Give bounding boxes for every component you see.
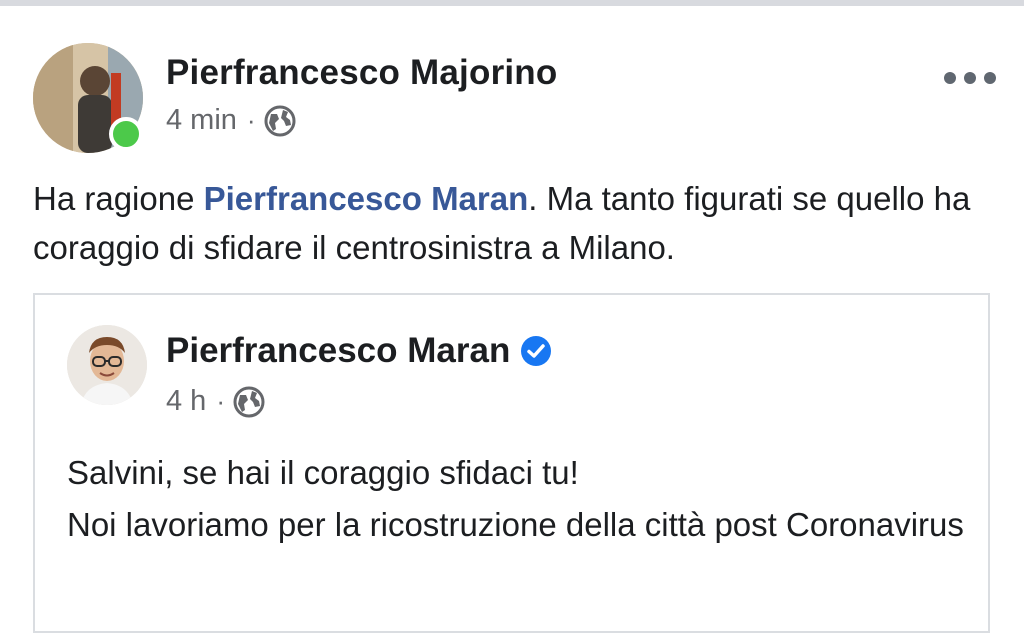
shared-post-timestamp[interactable]: 4 h [166, 385, 206, 418]
globe-icon [233, 386, 265, 418]
shared-author-avatar[interactable] [67, 325, 147, 405]
author-avatar[interactable] [33, 43, 143, 153]
shared-post-line: Salvini, se hai il coraggio sfidaci tu! [67, 454, 579, 491]
post-timestamp[interactable]: 4 min [166, 104, 237, 137]
meta-separator: · [216, 386, 225, 416]
meta-separator: · [246, 105, 256, 135]
post-text-start: Ha ragione [33, 180, 204, 217]
more-dot [944, 72, 956, 84]
feed-post: Pierfrancesco Majorino 4 min · Ha ragion… [0, 6, 1024, 633]
online-status-indicator [109, 117, 143, 151]
post-body: Ha ragione Pierfrancesco Maran. Ma tanto… [33, 174, 1008, 272]
post-meta: 4 min · [166, 104, 296, 137]
author-name[interactable]: Pierfrancesco Majorino [166, 53, 557, 93]
shared-post-body: Salvini, se hai il coraggio sfidaci tu! … [67, 447, 967, 551]
more-options-button[interactable] [944, 64, 996, 92]
shared-post-meta: 4 h · [166, 385, 265, 418]
shared-author-label[interactable]: Pierfrancesco Maran [166, 331, 510, 371]
more-dot [984, 72, 996, 84]
mention-link[interactable]: Pierfrancesco Maran [204, 180, 529, 217]
more-dot [964, 72, 976, 84]
shared-post-line: Noi lavoriamo per la ricostruzione della… [67, 506, 964, 543]
globe-icon [264, 105, 296, 137]
shared-author-name[interactable]: Pierfrancesco Maran [166, 331, 552, 371]
shared-post-card[interactable]: Pierfrancesco Maran 4 h · Salvini, se ha… [33, 293, 990, 633]
verified-badge-icon [520, 335, 552, 367]
